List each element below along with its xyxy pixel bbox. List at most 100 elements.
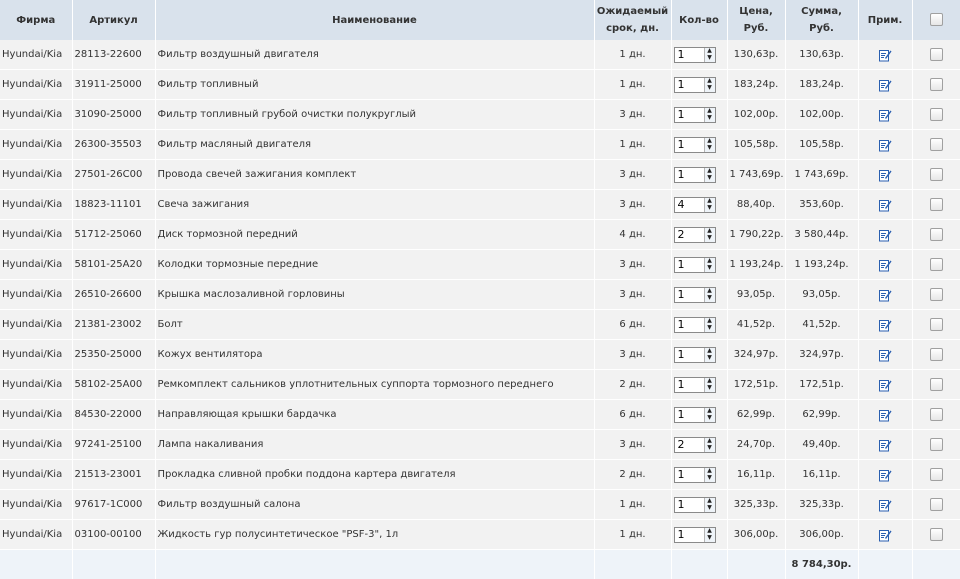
quantity-stepper[interactable]: 2▲▼ (674, 437, 716, 453)
arrow-down-icon[interactable]: ▼ (705, 85, 715, 92)
edit-note-icon[interactable] (878, 528, 892, 542)
footer-cell (912, 550, 960, 579)
arrow-down-icon[interactable]: ▼ (705, 475, 715, 482)
quantity-stepper[interactable]: 1▲▼ (674, 467, 716, 483)
quantity-value[interactable]: 1 (675, 318, 704, 332)
column-header-sum: Сумма, Руб. (785, 0, 858, 40)
quantity-stepper[interactable]: 1▲▼ (674, 407, 716, 423)
arrow-down-icon[interactable]: ▼ (705, 505, 715, 512)
quantity-stepper[interactable]: 1▲▼ (674, 167, 716, 183)
edit-note-icon[interactable] (878, 258, 892, 272)
quantity-stepper[interactable]: 1▲▼ (674, 257, 716, 273)
row-select-checkbox[interactable] (930, 348, 943, 361)
arrow-down-icon[interactable]: ▼ (705, 115, 715, 122)
quantity-stepper[interactable]: 1▲▼ (674, 527, 716, 543)
quantity-value[interactable]: 1 (675, 288, 704, 302)
edit-note-icon[interactable] (878, 288, 892, 302)
row-select-checkbox[interactable] (930, 78, 943, 91)
edit-note-icon[interactable] (878, 198, 892, 212)
quantity-stepper[interactable]: 2▲▼ (674, 227, 716, 243)
cell-select (912, 70, 960, 100)
quantity-value[interactable]: 1 (675, 528, 704, 542)
quantity-stepper[interactable]: 1▲▼ (674, 107, 716, 123)
quantity-stepper[interactable]: 1▲▼ (674, 287, 716, 303)
quantity-value[interactable]: 1 (675, 48, 704, 62)
row-select-checkbox[interactable] (930, 378, 943, 391)
arrow-down-icon[interactable]: ▼ (705, 325, 715, 332)
arrow-down-icon[interactable]: ▼ (705, 415, 715, 422)
cell-name: Диск тормозной передний (155, 220, 594, 250)
arrow-down-icon[interactable]: ▼ (705, 295, 715, 302)
row-select-checkbox[interactable] (930, 528, 943, 541)
edit-note-icon[interactable] (878, 348, 892, 362)
edit-note-icon[interactable] (878, 138, 892, 152)
edit-note-icon[interactable] (878, 168, 892, 182)
edit-note-icon[interactable] (878, 228, 892, 242)
quantity-value[interactable]: 1 (675, 408, 704, 422)
quantity-value[interactable]: 4 (675, 198, 704, 212)
quantity-value[interactable]: 1 (675, 108, 704, 122)
edit-note-icon[interactable] (878, 48, 892, 62)
quantity-value[interactable]: 1 (675, 138, 704, 152)
row-select-checkbox[interactable] (930, 408, 943, 421)
arrow-down-icon[interactable]: ▼ (705, 355, 715, 362)
arrow-down-icon[interactable]: ▼ (705, 265, 715, 272)
row-select-checkbox[interactable] (930, 468, 943, 481)
quantity-value[interactable]: 1 (675, 78, 704, 92)
footer-cell (0, 550, 72, 579)
edit-note-icon[interactable] (878, 108, 892, 122)
arrow-down-icon[interactable]: ▼ (705, 175, 715, 182)
quantity-stepper[interactable]: 1▲▼ (674, 137, 716, 153)
cell-days: 3 дн. (594, 280, 671, 310)
cell-price: 1 743,69р. (727, 160, 785, 190)
select-all-checkbox[interactable] (930, 13, 943, 26)
row-select-checkbox[interactable] (930, 438, 943, 451)
arrow-down-icon[interactable]: ▼ (705, 55, 715, 62)
quantity-stepper[interactable]: 1▲▼ (674, 497, 716, 513)
edit-note-icon[interactable] (878, 438, 892, 452)
quantity-value[interactable]: 1 (675, 348, 704, 362)
edit-note-icon[interactable] (878, 408, 892, 422)
row-select-checkbox[interactable] (930, 288, 943, 301)
quantity-value[interactable]: 1 (675, 258, 704, 272)
cell-note (858, 520, 912, 550)
quantity-stepper[interactable]: 4▲▼ (674, 197, 716, 213)
row-select-checkbox[interactable] (930, 318, 943, 331)
arrow-down-icon[interactable]: ▼ (705, 145, 715, 152)
quantity-value[interactable]: 1 (675, 498, 704, 512)
cell-sum: 102,00р. (785, 100, 858, 130)
quantity-stepper[interactable]: 1▲▼ (674, 317, 716, 333)
edit-note-icon[interactable] (878, 468, 892, 482)
stepper-arrows: ▲▼ (704, 528, 715, 542)
row-select-checkbox[interactable] (930, 198, 943, 211)
edit-note-icon[interactable] (878, 378, 892, 392)
edit-note-icon[interactable] (878, 318, 892, 332)
row-select-checkbox[interactable] (930, 48, 943, 61)
quantity-value[interactable]: 1 (675, 168, 704, 182)
quantity-value[interactable]: 2 (675, 228, 704, 242)
edit-note-icon[interactable] (878, 498, 892, 512)
quantity-value[interactable]: 1 (675, 378, 704, 392)
arrow-down-icon[interactable]: ▼ (705, 385, 715, 392)
cell-note (858, 100, 912, 130)
cell-article: 97617-1C000 (72, 490, 155, 520)
row-select-checkbox[interactable] (930, 228, 943, 241)
table-header-row: Фирма Артикул Наименование Ожидаемый сро… (0, 0, 960, 40)
quantity-value[interactable]: 1 (675, 468, 704, 482)
arrow-down-icon[interactable]: ▼ (705, 235, 715, 242)
row-select-checkbox[interactable] (930, 498, 943, 511)
row-select-checkbox[interactable] (930, 138, 943, 151)
edit-note-icon[interactable] (878, 78, 892, 92)
quantity-stepper[interactable]: 1▲▼ (674, 377, 716, 393)
quantity-stepper[interactable]: 1▲▼ (674, 77, 716, 93)
row-select-checkbox[interactable] (930, 108, 943, 121)
quantity-stepper[interactable]: 1▲▼ (674, 347, 716, 363)
quantity-stepper[interactable]: 1▲▼ (674, 47, 716, 63)
row-select-checkbox[interactable] (930, 258, 943, 271)
arrow-down-icon[interactable]: ▼ (705, 205, 715, 212)
quantity-value[interactable]: 2 (675, 438, 704, 452)
arrow-down-icon[interactable]: ▼ (705, 535, 715, 542)
table-row: Hyundai/Kia21381-23002Болт6 дн.1▲▼41,52р… (0, 310, 960, 340)
arrow-down-icon[interactable]: ▼ (705, 445, 715, 452)
row-select-checkbox[interactable] (930, 168, 943, 181)
